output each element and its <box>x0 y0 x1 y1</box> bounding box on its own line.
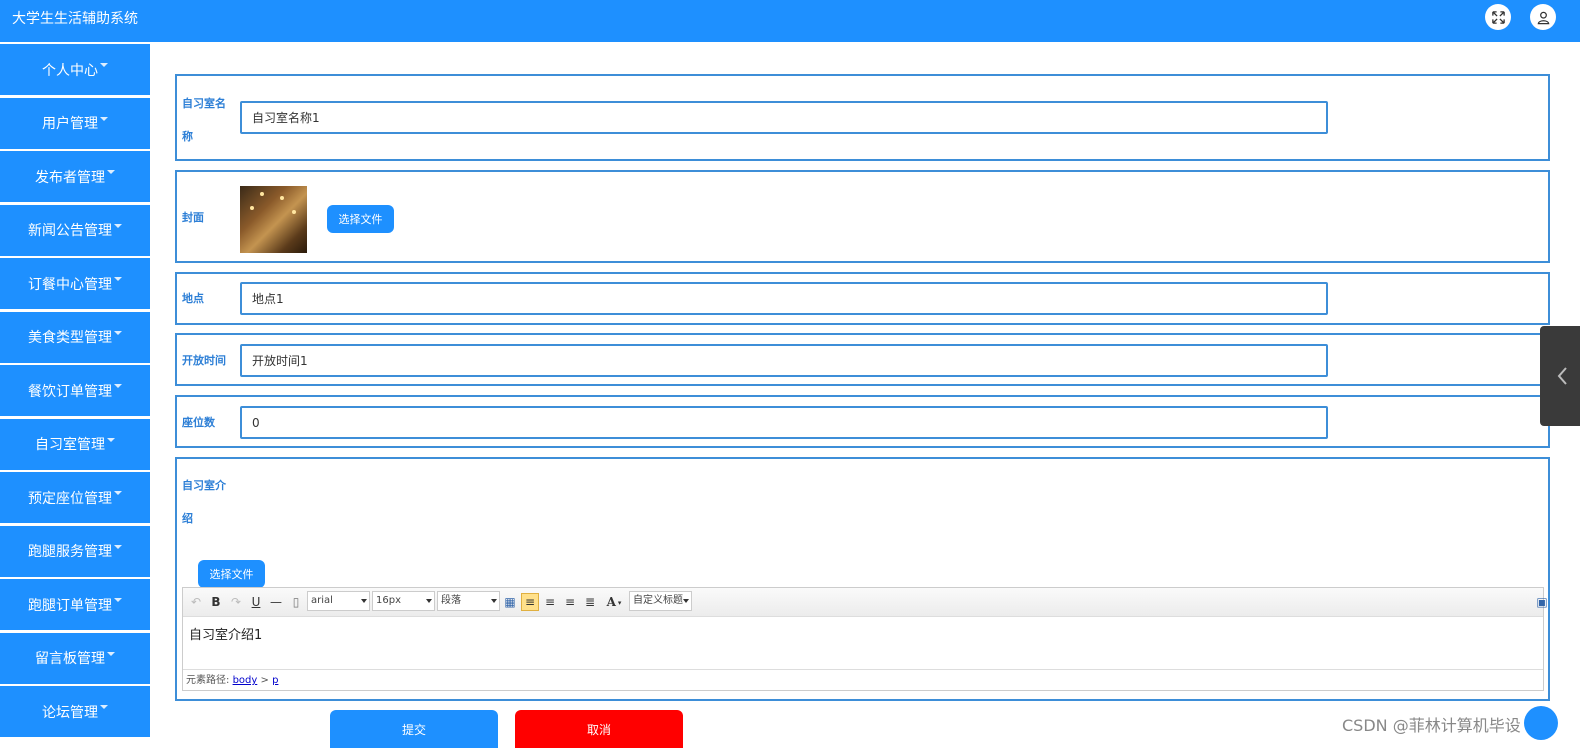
form-row-location: 地点 <box>175 272 1550 325</box>
table-icon[interactable]: ▦ <box>503 593 517 611</box>
form-row-seats: 座位数 <box>175 395 1550 448</box>
fullscreen-icon[interactable] <box>1485 4 1511 30</box>
sidebar-item-ordering-center[interactable]: 订餐中心管理 <box>0 258 150 309</box>
sidebar: 个人中心 用户管理 发布者管理 新闻公告管理 订餐中心管理 美食类型管理 餐饮订… <box>0 44 150 748</box>
sidebar-item-label: 发布者管理 <box>35 169 105 186</box>
sidebar-item-label: 美食类型管理 <box>28 330 112 346</box>
font-size-select[interactable]: 16px <box>372 591 435 611</box>
watermark: CSDN @菲林计算机毕设 <box>1342 716 1521 735</box>
submit-button[interactable]: 提交 <box>330 710 498 748</box>
path-body-link[interactable]: body <box>233 675 258 686</box>
top-bar: 大学生生活辅助系统 <box>0 0 1580 42</box>
sidebar-item-label: 新闻公告管理 <box>28 223 112 239</box>
sidebar-item-users[interactable]: 用户管理 <box>0 97 150 149</box>
sidebar-item-food-types[interactable]: 美食类型管理 <box>0 311 150 363</box>
sidebar-item-errand-services[interactable]: 跑腿服务管理 <box>0 525 150 577</box>
sidebar-item-label: 餐饮订单管理 <box>28 383 112 400</box>
sidebar-item-label: 个人中心 <box>42 62 98 79</box>
app-title: 大学生生活辅助系统 <box>12 11 138 27</box>
chevron-down-icon <box>114 223 122 228</box>
sidebar-item-publishers[interactable]: 发布者管理 <box>0 151 150 202</box>
cancel-button[interactable]: 取消 <box>515 710 683 748</box>
chevron-down-icon <box>107 170 115 174</box>
chevron-down-icon <box>114 544 122 549</box>
chevron-down-icon <box>107 651 115 656</box>
user-icon[interactable] <box>1530 4 1556 30</box>
sidebar-item-news[interactable]: 新闻公告管理 <box>0 204 150 256</box>
chevron-left-icon <box>1557 367 1567 385</box>
sidebar-item-label: 论坛管理 <box>42 704 98 721</box>
sidebar-item-label: 跑腿订单管理 <box>28 597 112 614</box>
chevron-down-icon <box>114 491 122 495</box>
sidebar-item-message-board[interactable]: 留言板管理 <box>0 632 150 684</box>
form-row-intro: 自习室介绍 选择文件 ↶ B ↷ U — ▯ arial 16px 段落 ▦ ≡… <box>175 457 1550 701</box>
chevron-down-icon <box>100 116 108 121</box>
chevron-down-icon <box>100 63 108 67</box>
open-time-input[interactable] <box>240 344 1328 377</box>
align-left-icon[interactable]: ≡ <box>521 593 539 611</box>
form-row-open-time: 开放时间 <box>175 333 1550 386</box>
name-label: 自习室名称 <box>182 97 226 143</box>
cover-label: 封面 <box>182 211 204 224</box>
preview-icon[interactable]: ▣ <box>1535 593 1549 611</box>
name-input[interactable] <box>240 101 1328 134</box>
seats-input[interactable] <box>240 406 1328 439</box>
location-label: 地点 <box>182 292 204 305</box>
sidebar-item-label: 用户管理 <box>42 116 98 132</box>
sidebar-item-label: 预定座位管理 <box>28 490 112 507</box>
align-center-icon[interactable]: ≡ <box>563 593 577 611</box>
cover-image <box>240 186 307 253</box>
chevron-down-icon <box>114 598 122 602</box>
font-color-icon[interactable]: A ▾ <box>603 593 625 611</box>
chevron-down-icon <box>100 705 108 709</box>
rich-text-editor[interactable]: ↶ B ↷ U — ▯ arial 16px 段落 ▦ ≡ ≡ ≡ ≣ A ▾ 自… <box>182 587 1548 691</box>
chevron-down-icon <box>114 384 122 388</box>
sidebar-item-seat-reservations[interactable]: 预定座位管理 <box>0 472 150 523</box>
undo-icon[interactable]: ↶ <box>189 593 203 611</box>
sidebar-item-study-rooms[interactable]: 自习室管理 <box>0 418 150 470</box>
path-p-link[interactable]: p <box>272 675 278 686</box>
chevron-down-icon <box>114 277 122 281</box>
sidebar-item-label: 留言板管理 <box>35 651 105 667</box>
form-row-cover: 封面 选择文件 <box>175 170 1550 263</box>
sidebar-item-forum[interactable]: 论坛管理 <box>0 686 150 737</box>
bold-icon[interactable]: B <box>209 593 223 611</box>
chevron-down-icon <box>107 437 115 442</box>
seats-label: 座位数 <box>182 416 215 429</box>
align-right-icon[interactable]: ≡ <box>543 593 557 611</box>
floating-action-button[interactable] <box>1524 706 1558 740</box>
location-input[interactable] <box>240 282 1328 315</box>
font-family-select[interactable]: arial <box>307 591 370 611</box>
sidebar-item-label: 自习室管理 <box>35 437 105 453</box>
editor-element-path: 元素路径: body > p <box>183 669 1543 690</box>
paragraph-select[interactable]: 段落 <box>437 591 500 611</box>
cover-choose-file-button[interactable]: 选择文件 <box>327 205 394 233</box>
form-row-name: 自习室名称 <box>175 74 1550 161</box>
align-justify-icon[interactable]: ≣ <box>583 593 597 611</box>
underline-icon[interactable]: U <box>249 593 263 611</box>
editor-content[interactable]: 自习室介绍1 <box>189 624 262 643</box>
sidebar-item-personal-center[interactable]: 个人中心 <box>0 44 150 95</box>
redo-icon[interactable]: ↷ <box>229 593 243 611</box>
sidebar-item-errand-orders[interactable]: 跑腿订单管理 <box>0 579 150 630</box>
chevron-down-icon <box>114 330 122 335</box>
sidebar-item-label: 订餐中心管理 <box>28 276 112 293</box>
editor-toolbar: ↶ B ↷ U — ▯ arial 16px 段落 ▦ ≡ ≡ ≡ ≣ A ▾ 自… <box>183 588 1548 617</box>
side-panel-handle[interactable] <box>1540 326 1580 426</box>
intro-choose-file-button[interactable]: 选择文件 <box>198 560 265 588</box>
intro-label: 自习室介绍 <box>182 479 226 525</box>
open-time-label: 开放时间 <box>182 354 226 367</box>
sidebar-item-food-orders[interactable]: 餐饮订单管理 <box>0 365 150 416</box>
horizontal-rule-icon[interactable]: — <box>269 593 283 611</box>
custom-title-select[interactable]: 自定义标题 <box>629 591 692 611</box>
sidebar-item-label: 跑腿服务管理 <box>28 544 112 560</box>
paste-icon[interactable]: ▯ <box>289 593 303 611</box>
